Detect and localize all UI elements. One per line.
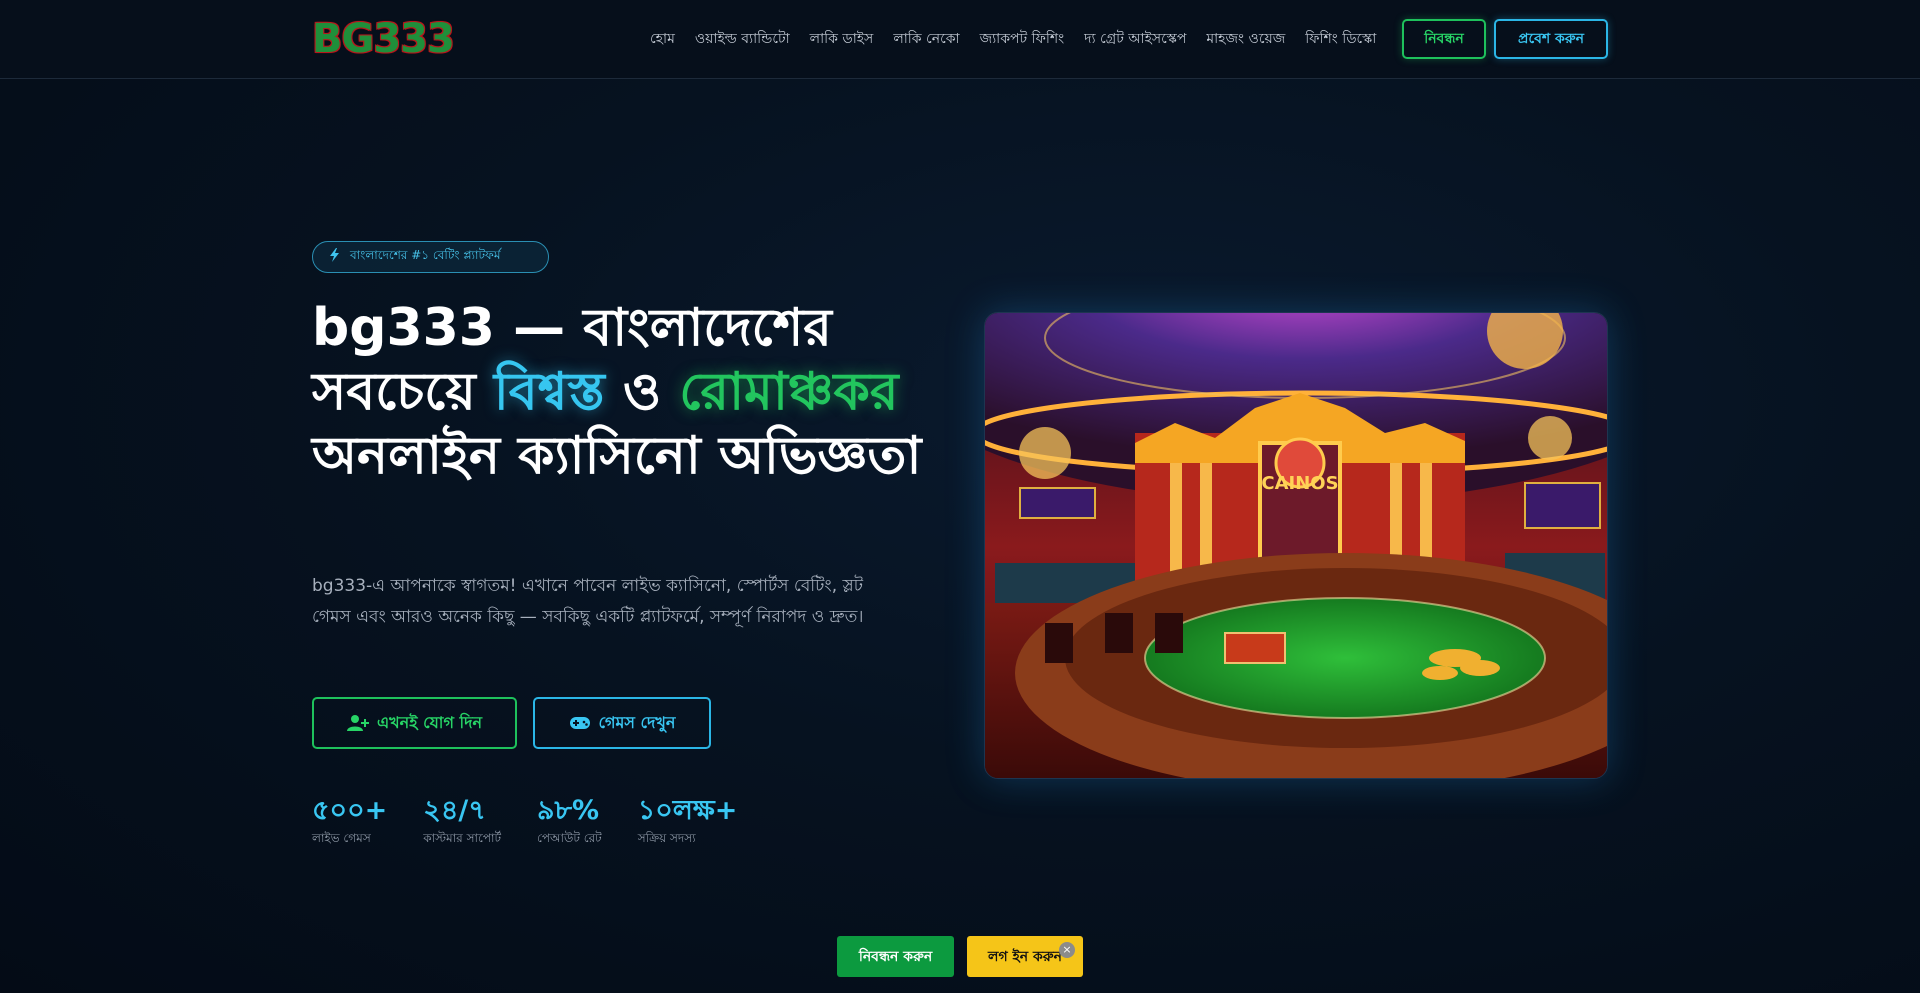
nav-item-great-icescape[interactable]: দ্য গ্রেট আইসস্কেপ — [1084, 27, 1186, 51]
main-nav: হোম ওয়াইল্ড ব্যান্ডিটো লাকি ডাইস লাকি ন… — [640, 0, 1386, 78]
nav-item-lucky-neko[interactable]: লাকি নেকো — [893, 27, 959, 51]
nav-item-home[interactable]: হোম — [650, 27, 675, 51]
stat-item: ২৪/৭ কাস্টমার সাপোর্ট — [423, 794, 501, 850]
hero-badge-text: বাংলাদেশের #১ বেটিং প্ল্যাটফর্ম — [350, 248, 501, 262]
hero-title-highlight-green: রোমাঞ্চকর — [679, 362, 899, 422]
nav-item-jackpot-fishing[interactable]: জ্যাকপট ফিশিং — [980, 27, 1065, 51]
stat-item: ১০লক্ষ+ সক্রিয় সদস্য — [638, 794, 738, 850]
header-register-button[interactable]: নিবন্ধন — [1402, 19, 1486, 59]
gamepad-icon — [569, 717, 590, 729]
bottom-register-button[interactable]: নিবন্ধন করুন — [837, 936, 954, 977]
user-plus-icon — [346, 715, 369, 731]
hero-description: bg333-এ আপনাকে স্বাগতম! এখানে পাবেন লাইভ… — [312, 576, 864, 627]
stats-row: ৫০০+ লাইভ গেমস ২৪/৭ কাস্টমার সাপোর্ট ৯৮%… — [312, 794, 773, 850]
stat-value: ১০লক্ষ+ — [637, 795, 738, 826]
stat-value: ৫০০+ — [312, 795, 388, 826]
site-header: BG333 হোম ওয়াইল্ড ব্যান্ডিটো লাকি ডাইস … — [0, 0, 1920, 79]
nav-item-fishing-disco[interactable]: ফিশিং ডিস্কো — [1305, 27, 1376, 51]
hero-title-highlight-blue: বিশ্বস্ত — [493, 362, 605, 422]
view-games-button[interactable]: গেমস দেখুন — [533, 697, 711, 749]
stat-label: কাস্টমার সাপোর্ট — [423, 831, 501, 845]
stat-label: পেআউট রেট — [536, 831, 602, 845]
header-login-button[interactable]: প্রবেশ করুন — [1494, 19, 1608, 59]
nav-item-lucky-dice[interactable]: লাকি ডাইস — [810, 27, 874, 51]
casino-sign-text: CAINOS — [1261, 473, 1338, 494]
nav-item-wild-bandito[interactable]: ওয়াইল্ড ব্যান্ডিটো — [695, 27, 790, 51]
stat-label: লাইভ গেমস — [312, 831, 371, 845]
hero-casino-image: CAINOS — [984, 312, 1608, 779]
site-logo[interactable]: BG333 — [312, 16, 455, 62]
join-now-label: এখনই যোগ দিন — [376, 712, 483, 732]
hero-title: bg333 — বাংলাদেশের সবচেয়ে বিশ্বস্ত ও রো… — [312, 296, 932, 488]
join-now-button[interactable]: এখনই যোগ দিন — [312, 697, 517, 749]
close-icon[interactable]: × — [1059, 942, 1075, 958]
stat-item: ৫০০+ লাইভ গেমস — [312, 794, 387, 850]
stat-label: সক্রিয় সদস্য — [637, 831, 696, 845]
stat-value: ৯৮% — [536, 795, 600, 826]
nav-item-mahjong-ways[interactable]: মাহজং ওয়েজ — [1206, 27, 1285, 51]
stat-item: ৯৮% পেআউট রেট — [537, 794, 602, 850]
bolt-icon — [329, 248, 340, 266]
view-games-label: গেমস দেখুন — [598, 712, 676, 732]
stat-value: ২৪/৭ — [423, 795, 486, 826]
hero-badge: বাংলাদেশের #১ বেটিং প্ল্যাটফর্ম — [312, 241, 549, 273]
hero-title-part3: অনলাইন ক্যাসিনো অভিজ্ঞতা — [312, 426, 922, 486]
hero-title-part2: ও — [604, 362, 680, 422]
